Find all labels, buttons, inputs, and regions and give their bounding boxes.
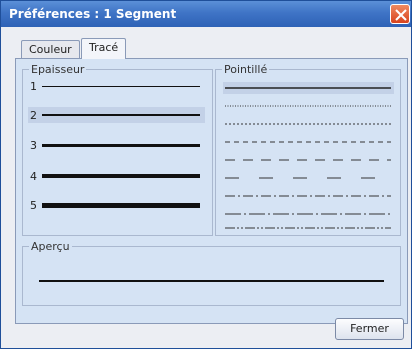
dialog-body: Couleur Tracé Epaisseur 1 2 3 4 5 Pointi… <box>1 27 411 348</box>
epaisseur-number: 1 <box>30 80 37 93</box>
epaisseur-label: Epaisseur <box>29 63 87 76</box>
thickness-line <box>42 114 200 116</box>
epaisseur-number: 3 <box>30 139 37 152</box>
preferences-dialog: Préférences : 1 Segment Couleur Tracé Ep… <box>0 0 412 349</box>
epaisseur-option-1[interactable]: 1 <box>28 78 205 94</box>
epaisseur-number: 5 <box>30 199 37 212</box>
pointille-option-dash-dot[interactable] <box>223 190 394 202</box>
apercu-group: Aperçu <box>22 240 401 306</box>
pointille-option-dashed-medium[interactable] <box>223 154 394 166</box>
pointille-option-dashed-short[interactable] <box>223 136 394 148</box>
epaisseur-number: 4 <box>30 170 37 183</box>
thickness-line <box>42 144 200 147</box>
pointille-option-dash-dot-long[interactable] <box>223 208 394 220</box>
epaisseur-option-4[interactable]: 4 <box>28 168 205 184</box>
pointille-option-dotted-fine[interactable] <box>223 100 394 112</box>
close-icon <box>395 9 407 21</box>
trace-tab-panel: Epaisseur 1 2 3 4 5 Pointillé Aperçu <box>15 58 408 324</box>
title-bar[interactable]: Préférences : 1 Segment <box>1 1 411 27</box>
epaisseur-number: 2 <box>30 109 37 122</box>
epaisseur-option-5[interactable]: 5 <box>28 197 205 213</box>
epaisseur-option-2[interactable]: 2 <box>28 107 205 123</box>
fermer-button[interactable]: Fermer <box>335 318 404 340</box>
tab-trace[interactable]: Tracé <box>81 38 127 59</box>
thickness-line <box>42 174 200 178</box>
epaisseur-group: Epaisseur 1 2 3 4 5 <box>22 63 213 236</box>
tab-couleur[interactable]: Couleur <box>21 40 80 58</box>
apercu-label: Aperçu <box>29 240 72 253</box>
close-button[interactable] <box>390 4 410 24</box>
thickness-line <box>42 86 200 87</box>
pointille-group: Pointillé <box>215 63 401 236</box>
pointille-label: Pointillé <box>222 63 270 76</box>
window-title: Préférences : 1 Segment <box>9 7 177 21</box>
epaisseur-option-3[interactable]: 3 <box>28 137 205 153</box>
pointille-option-dashed-long[interactable] <box>223 172 394 184</box>
pointille-option-dash-dot-dot[interactable] <box>223 222 394 234</box>
pointille-option-solid[interactable] <box>223 82 394 94</box>
thickness-line <box>42 203 200 208</box>
preview-line <box>39 280 384 282</box>
pointille-option-dotted[interactable] <box>223 118 394 130</box>
